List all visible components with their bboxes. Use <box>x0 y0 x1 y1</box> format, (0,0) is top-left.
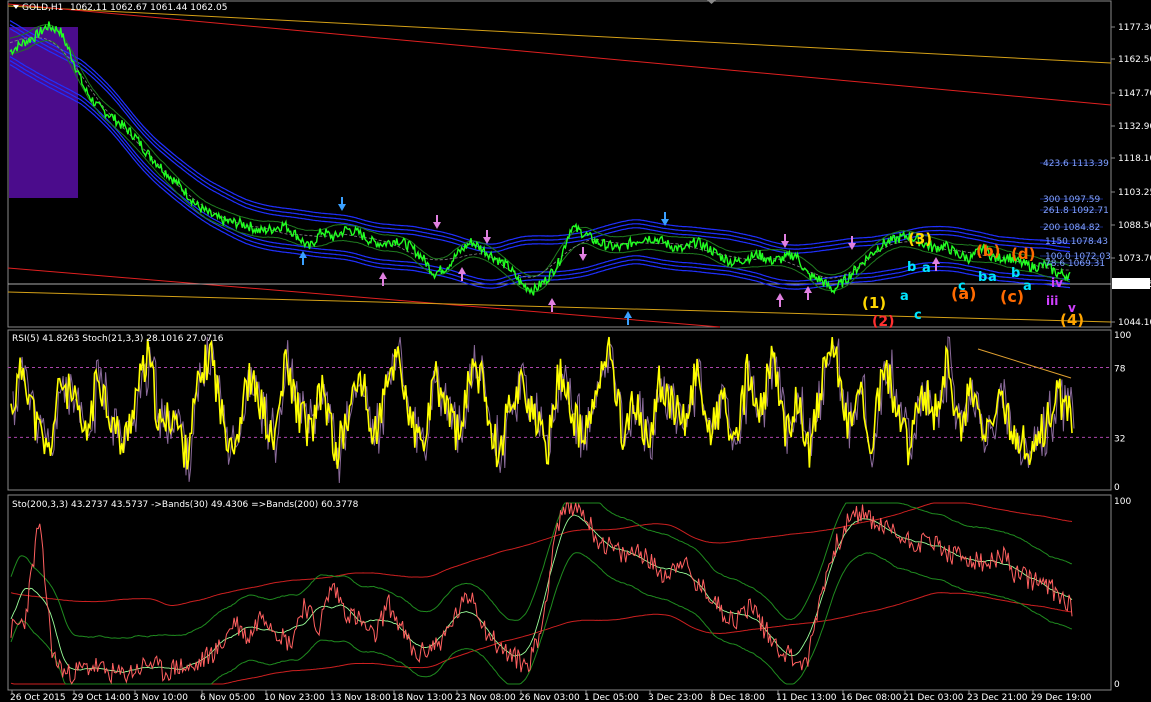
lower-trendline-red <box>7 267 721 328</box>
wave-label: a <box>1023 279 1032 294</box>
time-axis-label: 21 Dec 03:00 <box>903 693 964 702</box>
down-arrow-icon <box>579 254 587 261</box>
wave-label: v <box>1068 301 1076 315</box>
time-axis-label: 8 Dec 18:00 <box>710 693 765 702</box>
down-arrow-icon <box>338 204 346 211</box>
time-axis-label: 10 Nov 23:00 <box>264 693 325 702</box>
time-axis-label: 26 Oct 2015 <box>10 693 66 702</box>
fib-level-label: 78.6 1069.31 <box>1045 259 1105 269</box>
blue-envelope-band <box>9 24 1071 250</box>
up-arrow-icon <box>548 298 556 305</box>
fib-level-label: 1150 1078.43 <box>1045 237 1108 247</box>
wave-label: a <box>922 261 931 276</box>
price-axis-label: 1132.90 <box>1118 122 1151 132</box>
price-axis-label: 1103.25 <box>1118 188 1151 198</box>
time-axis-label: 3 Dec 23:00 <box>648 693 703 702</box>
up-arrow-icon <box>458 267 466 274</box>
fib-level-label: 300 1097.59 <box>1043 195 1101 205</box>
fib-level-label: 261.8 1092.71 <box>1043 206 1109 216</box>
wave-label: (c) <box>1000 287 1024 306</box>
wave-label: b <box>1011 266 1020 281</box>
wave-label: iv <box>1051 276 1063 290</box>
time-axis-label: 6 Nov 05:00 <box>200 693 255 702</box>
rsi-axis-label: 0 <box>1114 483 1120 493</box>
down-arrow-icon <box>433 222 441 229</box>
wave-label: b <box>907 260 916 275</box>
wave-label: (3) <box>908 230 932 248</box>
rsi-line <box>10 336 1073 470</box>
sto-axis-label: 0 <box>1114 680 1120 690</box>
time-axis-label: 16 Dec 08:00 <box>841 693 902 702</box>
bands30-upper <box>10 502 1073 639</box>
time-axis-label: 11 Dec 13:00 <box>776 693 837 702</box>
rsi-panel-label: RSI(5) 41.8263 Stoch(21,3,3) 28.1016 27.… <box>12 334 224 344</box>
wave-label: (1) <box>862 294 886 312</box>
blue-envelope-band <box>9 20 1071 246</box>
rsi-trendline <box>977 348 1072 379</box>
time-axis-label: 23 Dec 21:00 <box>967 693 1028 702</box>
price-panel-frame <box>7 0 1112 328</box>
wave-label: (d) <box>1011 245 1035 263</box>
up-arrow-icon <box>624 311 632 318</box>
time-axis-label: 29 Oct 14:00 <box>72 693 131 702</box>
time-axis-label: 1 Dec 05:00 <box>584 693 639 702</box>
current-price-label: 1062.05 <box>1116 280 1151 290</box>
sto-panel-label: Sto(200,3,3) 43.2737 43.5737 ->Bands(30)… <box>12 500 359 510</box>
wave-label: a <box>988 270 997 285</box>
shift-marker-icon[interactable] <box>707 0 716 4</box>
time-axis-label: 3 Nov 10:00 <box>133 693 188 702</box>
green-envelope-band <box>9 39 1071 293</box>
fib-level-label: 200 1084.82 <box>1043 223 1100 233</box>
price-axis-label: 1147.70 <box>1118 89 1151 99</box>
sto-signal-line <box>10 514 1073 673</box>
ohlc-values: 1062.11 1062.67 1061.44 1062.05 <box>70 3 227 13</box>
sto-line <box>10 502 1073 685</box>
up-arrow-icon <box>379 272 387 279</box>
price-axis-label: 1162.50 <box>1118 55 1151 65</box>
wave-label: (2) <box>872 314 895 330</box>
fib-level-label: 423.6 1113.39 <box>1043 159 1109 169</box>
wave-label: c <box>958 279 966 294</box>
time-axis-label: 18 Nov 13:00 <box>392 693 453 702</box>
up-arrow-icon <box>932 257 940 264</box>
wave-label: iii <box>1046 294 1058 308</box>
up-arrow-icon <box>776 293 784 300</box>
time-axis-label: 29 Dec 19:00 <box>1031 693 1092 702</box>
price-axis-label: 1088.50 <box>1118 221 1151 231</box>
time-axis-label: 26 Nov 03:00 <box>519 693 580 702</box>
blue-envelope-band <box>9 60 1071 286</box>
time-axis-label: 13 Nov 18:00 <box>330 693 391 702</box>
wave-label: (b) <box>976 242 1000 260</box>
lower-trendline-gold <box>7 291 1112 323</box>
up-arrow-icon <box>804 286 812 293</box>
price-axis-label: 1073.70 <box>1118 254 1151 264</box>
time-axis-label: 23 Nov 08:00 <box>455 693 516 702</box>
price-axis-label: 1044.10 <box>1118 318 1151 328</box>
price-axis-label: 1177.30 <box>1118 23 1151 33</box>
chart-window: 423.6 1113.39 300 1097.59 261.8 1092.71 200… <box>0 0 1151 702</box>
symbol-label: GOLD,H1 <box>22 3 63 13</box>
blue-envelope-band <box>9 28 1071 254</box>
wave-label: b <box>978 270 987 285</box>
down-arrow-icon <box>483 237 491 244</box>
rsi-axis-label: 32 <box>1114 434 1125 444</box>
rsi-axis-label: 78 <box>1114 364 1126 374</box>
sto-axis-label: 100 <box>1114 497 1131 507</box>
bands200-upper <box>10 502 1073 606</box>
chart-canvas: 423.6 1113.39 300 1097.59261.8 1092.71 200… <box>7 0 1151 702</box>
rsi-axis-label: 100 <box>1114 331 1131 341</box>
wave-label: a <box>900 289 909 304</box>
price-axis-label: 1118.10 <box>1118 154 1151 164</box>
wave-label: c <box>914 308 922 323</box>
